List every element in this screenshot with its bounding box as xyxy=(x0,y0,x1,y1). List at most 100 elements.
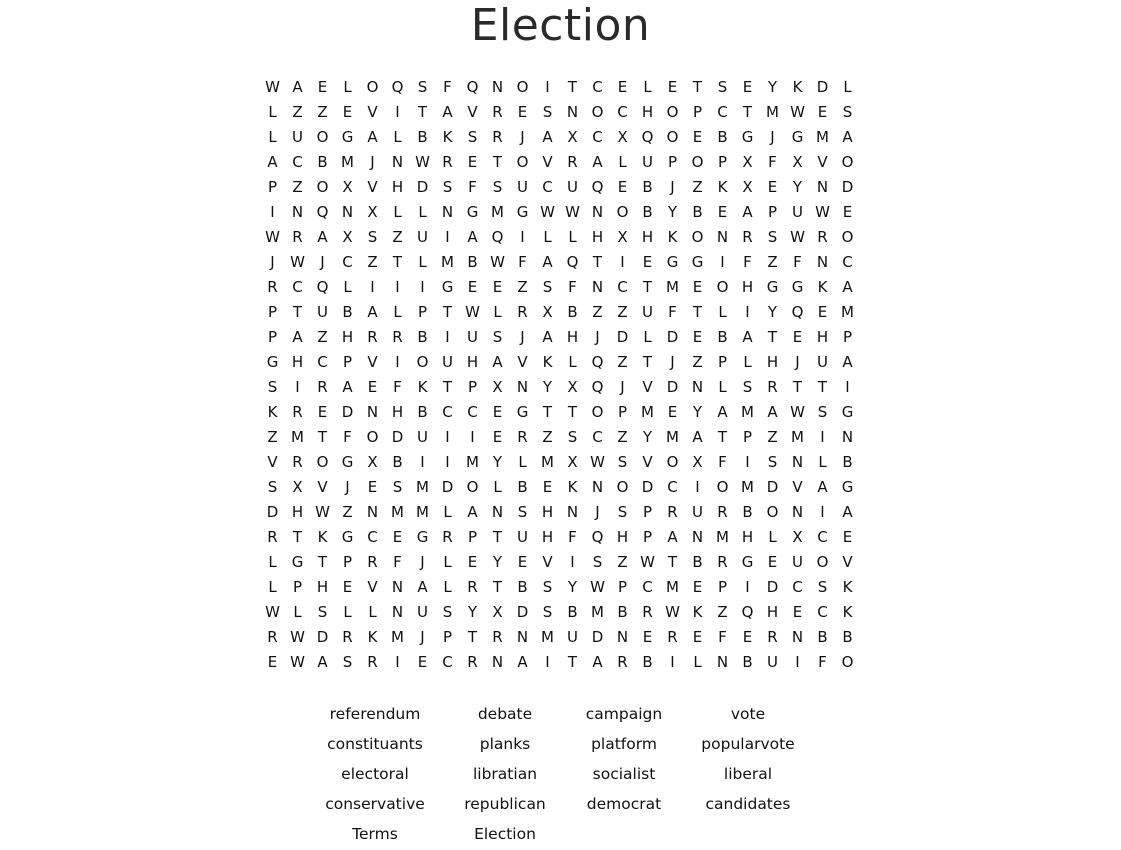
grid-cell[interactable]: R xyxy=(335,625,360,650)
grid-cell[interactable]: J xyxy=(410,625,435,650)
grid-cell[interactable]: Z xyxy=(610,425,635,450)
grid-cell[interactable]: L xyxy=(735,350,760,375)
grid-cell[interactable]: F xyxy=(385,550,410,575)
grid-cell[interactable]: H xyxy=(335,325,360,350)
grid-cell[interactable]: L xyxy=(835,75,860,100)
grid-cell[interactable]: L xyxy=(760,525,785,550)
grid-cell[interactable]: W xyxy=(785,100,810,125)
grid-cell[interactable]: C xyxy=(285,275,310,300)
grid-cell[interactable]: R xyxy=(460,650,485,675)
grid-cell[interactable]: R xyxy=(710,500,735,525)
grid-cell[interactable]: E xyxy=(685,625,710,650)
grid-cell[interactable]: F xyxy=(460,175,485,200)
grid-cell[interactable]: S xyxy=(385,475,410,500)
grid-cell[interactable]: A xyxy=(410,575,435,600)
grid-cell[interactable]: T xyxy=(535,400,560,425)
grid-cell[interactable]: L xyxy=(260,100,285,125)
grid-cell[interactable]: D xyxy=(760,575,785,600)
grid-cell[interactable]: X xyxy=(360,200,385,225)
grid-cell[interactable]: R xyxy=(810,225,835,250)
grid-cell[interactable]: A xyxy=(735,325,760,350)
grid-cell[interactable]: S xyxy=(335,650,360,675)
grid-cell[interactable]: T xyxy=(485,150,510,175)
grid-cell[interactable]: T xyxy=(410,100,435,125)
grid-cell[interactable]: G xyxy=(285,550,310,575)
grid-cell[interactable]: I xyxy=(560,550,585,575)
grid-cell[interactable]: W xyxy=(810,200,835,225)
grid-cell[interactable]: O xyxy=(610,200,635,225)
grid-cell[interactable]: E xyxy=(460,150,485,175)
grid-cell[interactable]: B xyxy=(710,125,735,150)
grid-cell[interactable]: C xyxy=(335,250,360,275)
grid-cell[interactable]: M xyxy=(410,475,435,500)
grid-cell[interactable]: B xyxy=(410,400,435,425)
grid-cell[interactable]: U xyxy=(460,325,485,350)
grid-cell[interactable]: Q xyxy=(735,600,760,625)
grid-cell[interactable]: S xyxy=(760,225,785,250)
grid-cell[interactable]: B xyxy=(835,625,860,650)
grid-cell[interactable]: V xyxy=(810,150,835,175)
grid-cell[interactable]: N xyxy=(585,275,610,300)
grid-cell[interactable]: W xyxy=(560,200,585,225)
grid-cell[interactable]: F xyxy=(735,250,760,275)
grid-cell[interactable]: N xyxy=(360,500,385,525)
grid-cell[interactable]: N xyxy=(785,500,810,525)
grid-cell[interactable]: D xyxy=(410,175,435,200)
grid-cell[interactable]: R xyxy=(260,625,285,650)
grid-cell[interactable]: I xyxy=(435,450,460,475)
grid-cell[interactable]: N xyxy=(385,150,410,175)
grid-cell[interactable]: M xyxy=(485,200,510,225)
grid-cell[interactable]: B xyxy=(410,125,435,150)
grid-cell[interactable]: U xyxy=(785,550,810,575)
grid-cell[interactable]: I xyxy=(660,650,685,675)
grid-cell[interactable]: A xyxy=(485,350,510,375)
grid-cell[interactable]: P xyxy=(260,175,285,200)
grid-cell[interactable]: E xyxy=(710,200,735,225)
grid-cell[interactable]: C xyxy=(435,650,460,675)
grid-cell[interactable]: S xyxy=(610,450,635,475)
grid-cell[interactable]: Z xyxy=(710,600,735,625)
grid-cell[interactable]: R xyxy=(435,525,460,550)
grid-cell[interactable]: T xyxy=(560,400,585,425)
grid-cell[interactable]: R xyxy=(385,325,410,350)
grid-cell[interactable]: I xyxy=(435,325,460,350)
grid-cell[interactable]: E xyxy=(410,650,435,675)
grid-cell[interactable]: A xyxy=(735,200,760,225)
grid-cell[interactable]: U xyxy=(760,650,785,675)
grid-cell[interactable]: T xyxy=(635,275,660,300)
grid-cell[interactable]: N xyxy=(335,200,360,225)
grid-cell[interactable]: E xyxy=(685,575,710,600)
grid-cell[interactable]: F xyxy=(510,250,535,275)
grid-cell[interactable]: A xyxy=(460,500,485,525)
grid-cell[interactable]: I xyxy=(385,275,410,300)
grid-cell[interactable]: B xyxy=(735,500,760,525)
grid-cell[interactable]: O xyxy=(760,500,785,525)
grid-cell[interactable]: R xyxy=(285,400,310,425)
grid-cell[interactable]: S xyxy=(560,425,585,450)
grid-cell[interactable]: R xyxy=(360,325,385,350)
grid-cell[interactable]: A xyxy=(835,350,860,375)
grid-cell[interactable]: L xyxy=(510,450,535,475)
grid-cell[interactable]: O xyxy=(585,400,610,425)
grid-cell[interactable]: Y xyxy=(560,575,585,600)
grid-cell[interactable]: N xyxy=(285,200,310,225)
grid-cell[interactable]: N xyxy=(485,75,510,100)
grid-cell[interactable]: O xyxy=(510,75,535,100)
grid-cell[interactable]: K xyxy=(710,175,735,200)
grid-cell[interactable]: G xyxy=(510,400,535,425)
grid-cell[interactable]: V xyxy=(360,100,385,125)
grid-cell[interactable]: E xyxy=(685,275,710,300)
grid-cell[interactable]: G xyxy=(760,275,785,300)
grid-cell[interactable]: E xyxy=(785,325,810,350)
grid-cell[interactable]: B xyxy=(810,625,835,650)
grid-cell[interactable]: J xyxy=(785,350,810,375)
grid-cell[interactable]: G xyxy=(460,200,485,225)
grid-cell[interactable]: Y xyxy=(485,550,510,575)
grid-cell[interactable]: F xyxy=(710,625,735,650)
grid-cell[interactable]: G xyxy=(735,550,760,575)
grid-cell[interactable]: T xyxy=(685,75,710,100)
grid-cell[interactable]: N xyxy=(585,475,610,500)
grid-cell[interactable]: H xyxy=(460,350,485,375)
grid-cell[interactable]: I xyxy=(810,425,835,450)
grid-cell[interactable]: W xyxy=(585,575,610,600)
